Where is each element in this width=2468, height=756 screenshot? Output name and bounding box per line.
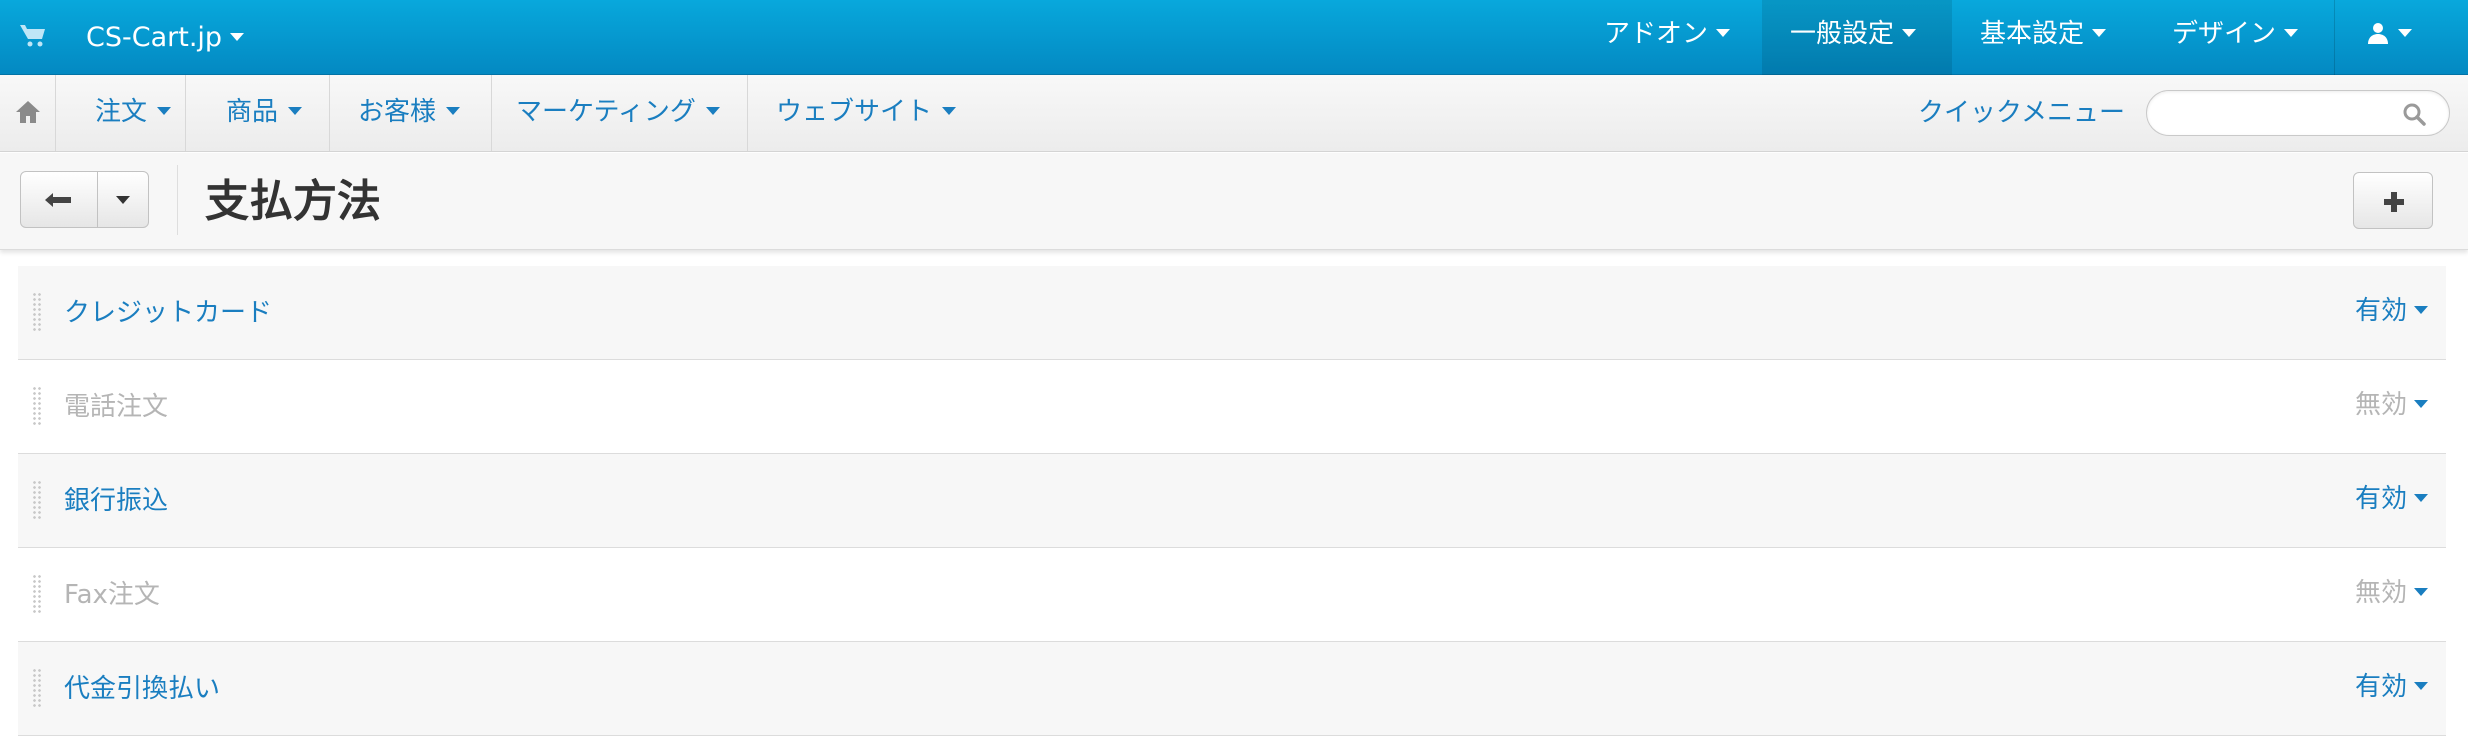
payment-method-name[interactable]: Fax注文: [64, 548, 160, 642]
nav-products-label: 商品: [226, 97, 279, 127]
back-button[interactable]: [20, 171, 98, 228]
top-bar: CS-Cart.jp アドオン 一般設定 基本設定 デザイン: [0, 0, 2468, 75]
list-item: 電話注文 無効: [18, 360, 2446, 454]
status-dropdown[interactable]: 有効: [2355, 266, 2428, 360]
page-header: 支払方法: [0, 153, 2468, 250]
status-label: 有効: [2354, 672, 2407, 702]
chevron-down-icon: [157, 107, 172, 115]
chevron-down-icon: [288, 107, 303, 115]
nav-orders-label: 注文: [95, 97, 148, 127]
nav-customers[interactable]: お客様: [330, 75, 492, 151]
drag-handle-icon[interactable]: [32, 480, 42, 520]
nav-orders[interactable]: 注文: [56, 75, 186, 151]
chevron-down-icon: [116, 196, 130, 204]
drag-handle-icon[interactable]: [32, 292, 42, 332]
chevron-down-icon: [2398, 29, 2412, 37]
back-history-dropdown[interactable]: [97, 171, 149, 228]
menu-addons[interactable]: アドオン: [1582, 0, 1752, 75]
home-icon: [16, 101, 40, 123]
search-icon[interactable]: [2401, 101, 2427, 127]
nav-marketing[interactable]: マーケティング: [492, 75, 748, 151]
menu-general-settings-label: 一般設定: [1790, 19, 1895, 49]
nav-marketing-label: マーケティング: [516, 97, 696, 127]
menu-general-settings[interactable]: 一般設定: [1762, 0, 1952, 75]
payment-method-name[interactable]: 電話注文: [64, 360, 168, 454]
menu-design[interactable]: デザイン: [2146, 0, 2324, 75]
cart-icon: [20, 25, 45, 47]
list-item: 銀行振込 有効: [18, 454, 2446, 548]
chevron-down-icon: [1902, 29, 1917, 37]
home-button[interactable]: [0, 75, 56, 151]
user-menu[interactable]: [2336, 0, 2468, 75]
status-label: 無効: [2354, 390, 2407, 420]
chevron-down-icon: [446, 107, 461, 115]
status-dropdown[interactable]: 有効: [2355, 642, 2428, 736]
menu-addons-label: アドオン: [1604, 19, 1709, 49]
divider: [2334, 0, 2335, 75]
status-dropdown[interactable]: 無効: [2355, 360, 2428, 454]
chevron-down-icon: [2414, 494, 2428, 502]
chevron-down-icon: [1716, 29, 1731, 37]
payment-method-name[interactable]: クレジットカード: [64, 266, 272, 360]
store-switcher[interactable]: CS-Cart.jp: [86, 0, 245, 75]
list-item: クレジットカード 有効: [18, 266, 2446, 360]
payment-methods-list: クレジットカード 有効 電話注文 無効 銀行振込 有効 Fax注文 無効 代金引…: [18, 266, 2446, 736]
drag-handle-icon[interactable]: [32, 386, 42, 426]
chevron-down-icon: [2414, 400, 2428, 408]
chevron-down-icon: [230, 33, 245, 41]
menu-basic-settings[interactable]: 基本設定: [1952, 0, 2134, 75]
add-payment-method-button[interactable]: [2353, 172, 2433, 229]
quick-menu-link[interactable]: クイックメニュー: [1918, 75, 2125, 151]
divider: [177, 165, 178, 235]
status-label: 無効: [2354, 578, 2407, 608]
status-label: 有効: [2354, 484, 2407, 514]
payment-method-name[interactable]: 代金引換払い: [64, 642, 220, 736]
main-nav: 注文 商品 お客様 マーケティング ウェブサイト クイックメニュー: [0, 75, 2468, 152]
plus-icon: [2384, 192, 2404, 212]
nav-customers-label: お客様: [358, 97, 437, 127]
payment-method-name[interactable]: 銀行振込: [64, 454, 168, 548]
menu-design-label: デザイン: [2172, 19, 2277, 49]
nav-website[interactable]: ウェブサイト: [748, 75, 974, 151]
page-title: 支払方法: [205, 176, 381, 227]
chevron-down-icon: [2414, 588, 2428, 596]
drag-handle-icon[interactable]: [32, 574, 42, 614]
chevron-down-icon: [2092, 29, 2107, 37]
chevron-down-icon: [2284, 29, 2299, 37]
chevron-down-icon: [2414, 306, 2428, 314]
chevron-down-icon: [942, 107, 957, 115]
status-dropdown[interactable]: 有効: [2355, 454, 2428, 548]
user-icon: [2368, 22, 2388, 44]
search-input[interactable]: [2163, 97, 2383, 129]
store-name: CS-Cart.jp: [86, 22, 223, 53]
chevron-down-icon: [705, 107, 720, 115]
menu-basic-settings-label: 基本設定: [1980, 19, 2085, 49]
nav-website-label: ウェブサイト: [776, 97, 933, 127]
nav-products[interactable]: 商品: [186, 75, 330, 151]
list-item: 代金引換払い 有効: [18, 642, 2446, 736]
drag-handle-icon[interactable]: [32, 668, 42, 708]
search-box: [2146, 90, 2450, 136]
back-arrow-icon: [45, 193, 71, 207]
status-label: 有効: [2354, 296, 2407, 326]
chevron-down-icon: [2414, 682, 2428, 690]
status-dropdown[interactable]: 無効: [2355, 548, 2428, 642]
list-item: Fax注文 無効: [18, 548, 2446, 642]
